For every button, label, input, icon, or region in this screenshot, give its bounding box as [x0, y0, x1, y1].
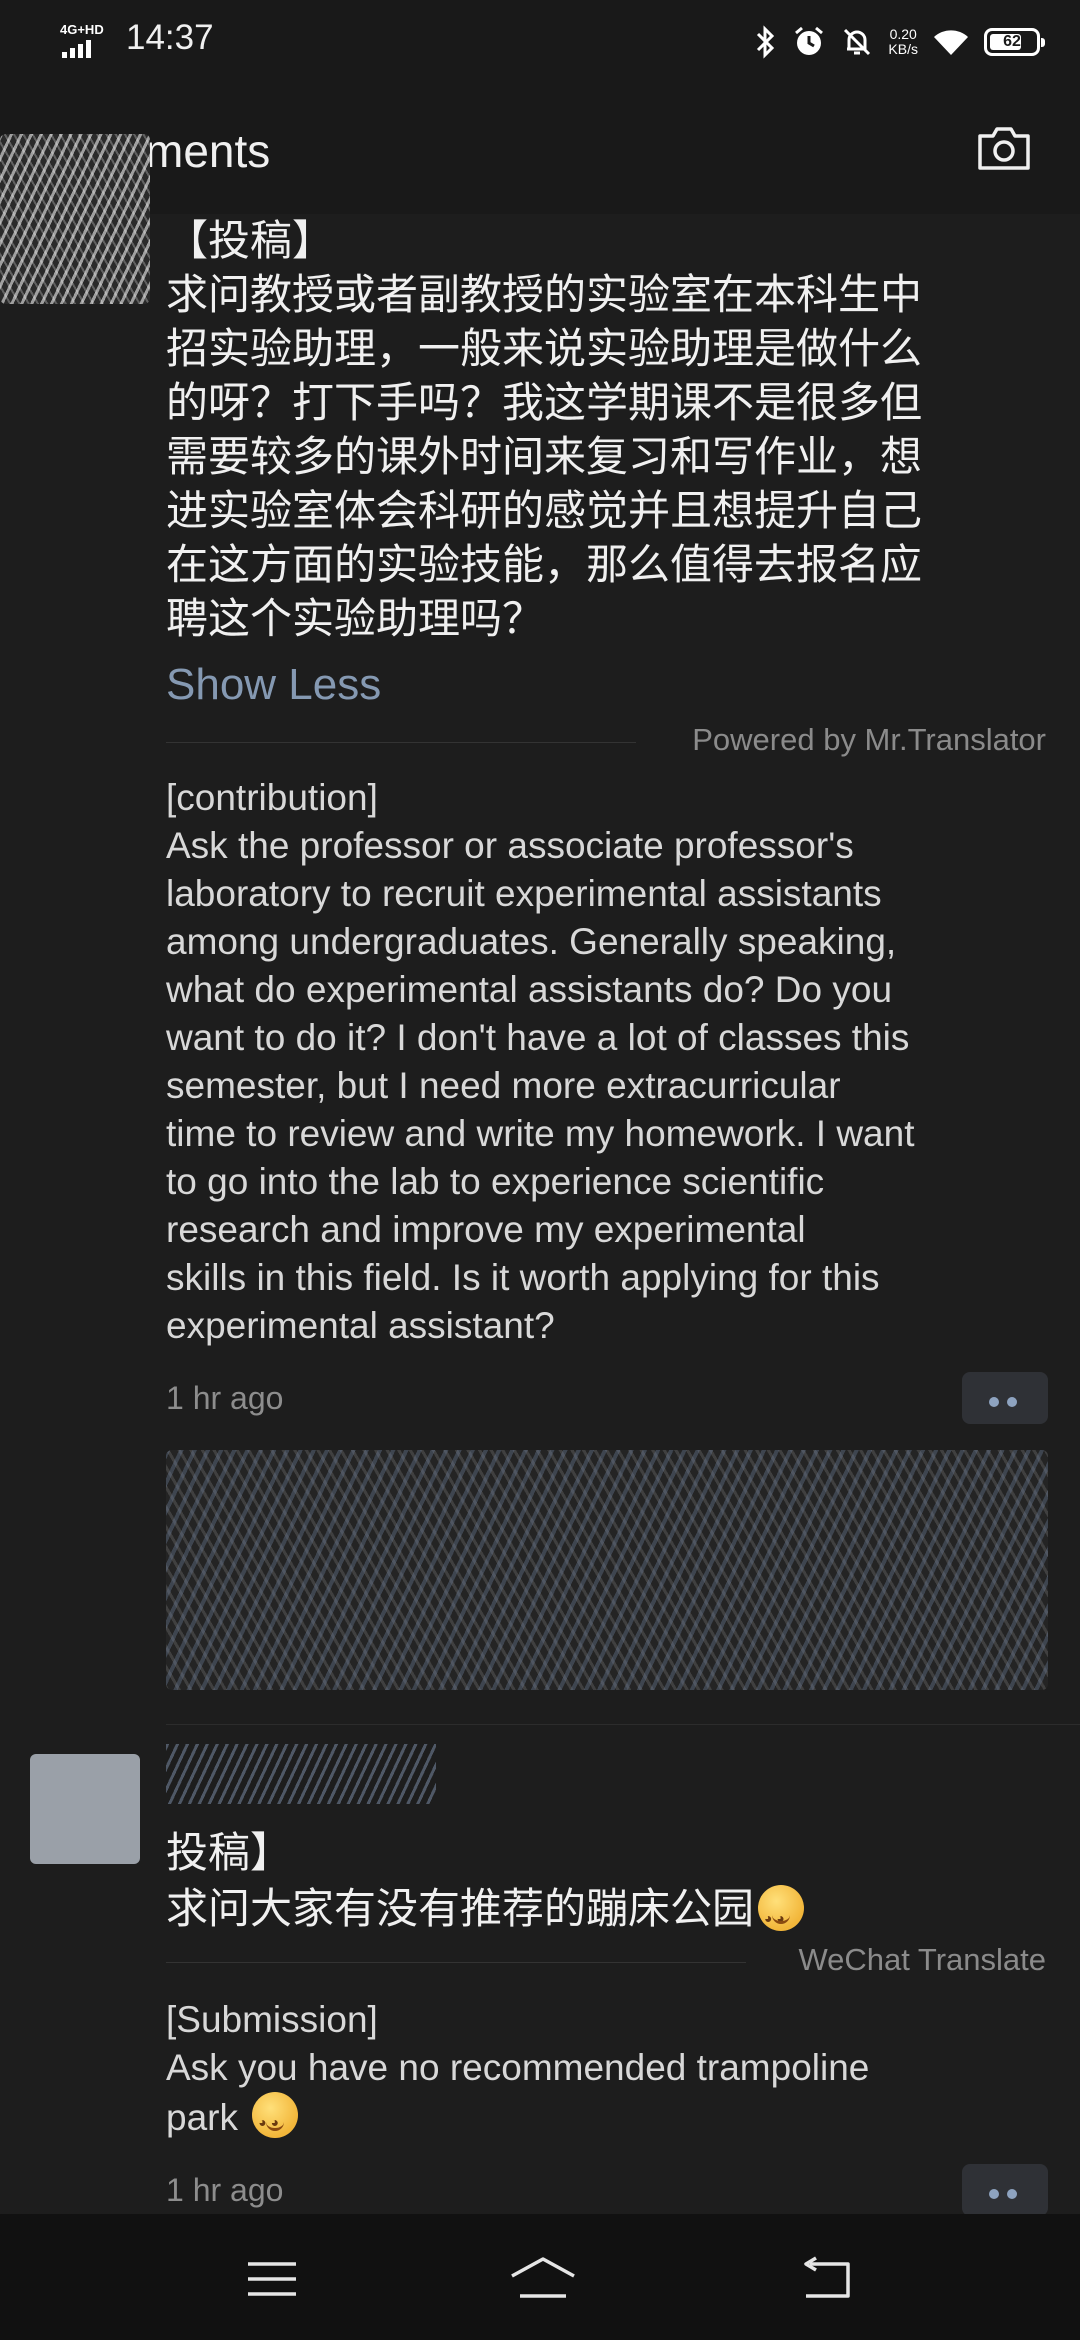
translation-divider: WeChat Translate: [166, 1942, 1046, 1982]
post-divider: [166, 1724, 1080, 1725]
translation-divider: Powered by Mr.Translator: [166, 722, 1046, 762]
translation-line: skills in this field. Is it worth applyi…: [166, 1257, 880, 1298]
translation-line: want to do it? I don't have a lot of cla…: [166, 1017, 910, 1058]
translation-line: time to review and write my homework. I …: [166, 1113, 915, 1154]
translation-line: research and improve my experimental: [166, 1209, 806, 1250]
status-bar: 4G+HD 14:37 0.20 KB/s 62: [0, 0, 1080, 84]
translation-line: [Submission]: [166, 1999, 378, 2040]
bell-off-icon: [844, 28, 871, 56]
wifi-icon: [934, 30, 968, 55]
avatar[interactable]: [0, 134, 150, 304]
bluetooth-icon: [757, 25, 775, 59]
post-line: 的呀？打下手吗？我这学期课不是很多但: [166, 379, 923, 426]
clock: 14:37: [126, 18, 214, 57]
smiling-emoji-icon: [252, 2092, 299, 2146]
translation-line: semester, but I need more extracurricula…: [166, 1065, 841, 1106]
camera-icon[interactable]: [976, 124, 1032, 172]
post-time: 1 hr ago: [166, 1380, 284, 1416]
speed-unit: KB/s: [888, 41, 918, 57]
translation-text: park: [166, 2097, 238, 2138]
battery-icon: 62: [984, 28, 1045, 56]
post-line: 需要较多的课外时间来复习和写作业，想: [166, 433, 923, 480]
home-icon[interactable]: [508, 2254, 578, 2304]
show-less-link[interactable]: Show Less: [166, 660, 381, 710]
user-name[interactable]: [166, 1744, 436, 1804]
post-line: 聘这个实验助理吗？: [166, 595, 545, 642]
comments-section: [166, 1450, 1048, 1690]
translation-line: park: [166, 2092, 299, 2146]
more-options-button[interactable]: [962, 1372, 1048, 1424]
post-time: 1 hr ago: [166, 2172, 284, 2208]
post-line: 【投稿】: [166, 217, 335, 264]
translation-line: what do experimental assistants do? Do y…: [166, 969, 893, 1010]
moments-feed[interactable]: 【投稿】 求问教授或者副教授的实验室在本科生中 招实验助理，一般来说实验助理是做…: [0, 134, 1080, 2216]
post-line: 进实验室体会科研的感觉并且想提升自己: [166, 487, 923, 534]
translation-line: Ask the professor or associate professor…: [166, 825, 854, 866]
post-text: 求问大家有没有推荐的蹦床公园: [166, 1882, 805, 1945]
translation-source: Powered by Mr.Translator: [692, 722, 1046, 757]
alarm-icon: [795, 26, 824, 55]
speed-value: 0.20: [889, 26, 917, 42]
post-line: 投稿】: [166, 1829, 293, 1876]
smiling-emoji-icon: [758, 1885, 805, 1945]
page-header: ments: [0, 84, 1080, 214]
translation-line: laboratory to recruit experimental assis…: [166, 873, 882, 914]
network-type: 4G+HD: [60, 22, 104, 37]
post-line: 求问教授或者副教授的实验室在本科生中: [166, 271, 923, 318]
more-options-button[interactable]: [962, 2164, 1048, 2216]
post-line: 招实验助理，一般来说实验助理是做什么: [166, 325, 923, 372]
translation-line: to go into the lab to experience scienti…: [166, 1161, 825, 1202]
cellular-signal-icon: 4G+HD: [58, 22, 110, 60]
translation-line: experimental assistant?: [166, 1305, 555, 1346]
page-title: ments: [145, 125, 271, 177]
translation-source: WeChat Translate: [798, 1942, 1046, 1977]
system-navigation-bar: [0, 2214, 1080, 2340]
post-line: 在这方面的实验技能，那么值得去报名应: [166, 541, 923, 588]
avatar[interactable]: [30, 1754, 140, 1864]
battery-level: 62: [1003, 33, 1021, 50]
network-speed: 0.20 KB/s: [888, 27, 918, 57]
translation-line: [contribution]: [166, 777, 378, 818]
back-icon[interactable]: [796, 2254, 856, 2304]
post-text-content: 求问大家有没有推荐的蹦床公园: [166, 1885, 755, 1932]
menu-icon[interactable]: [242, 2254, 302, 2304]
translation-line: Ask you have no recommended trampoline: [166, 2047, 870, 2088]
translation-line: among undergraduates. Generally speaking…: [166, 921, 897, 962]
